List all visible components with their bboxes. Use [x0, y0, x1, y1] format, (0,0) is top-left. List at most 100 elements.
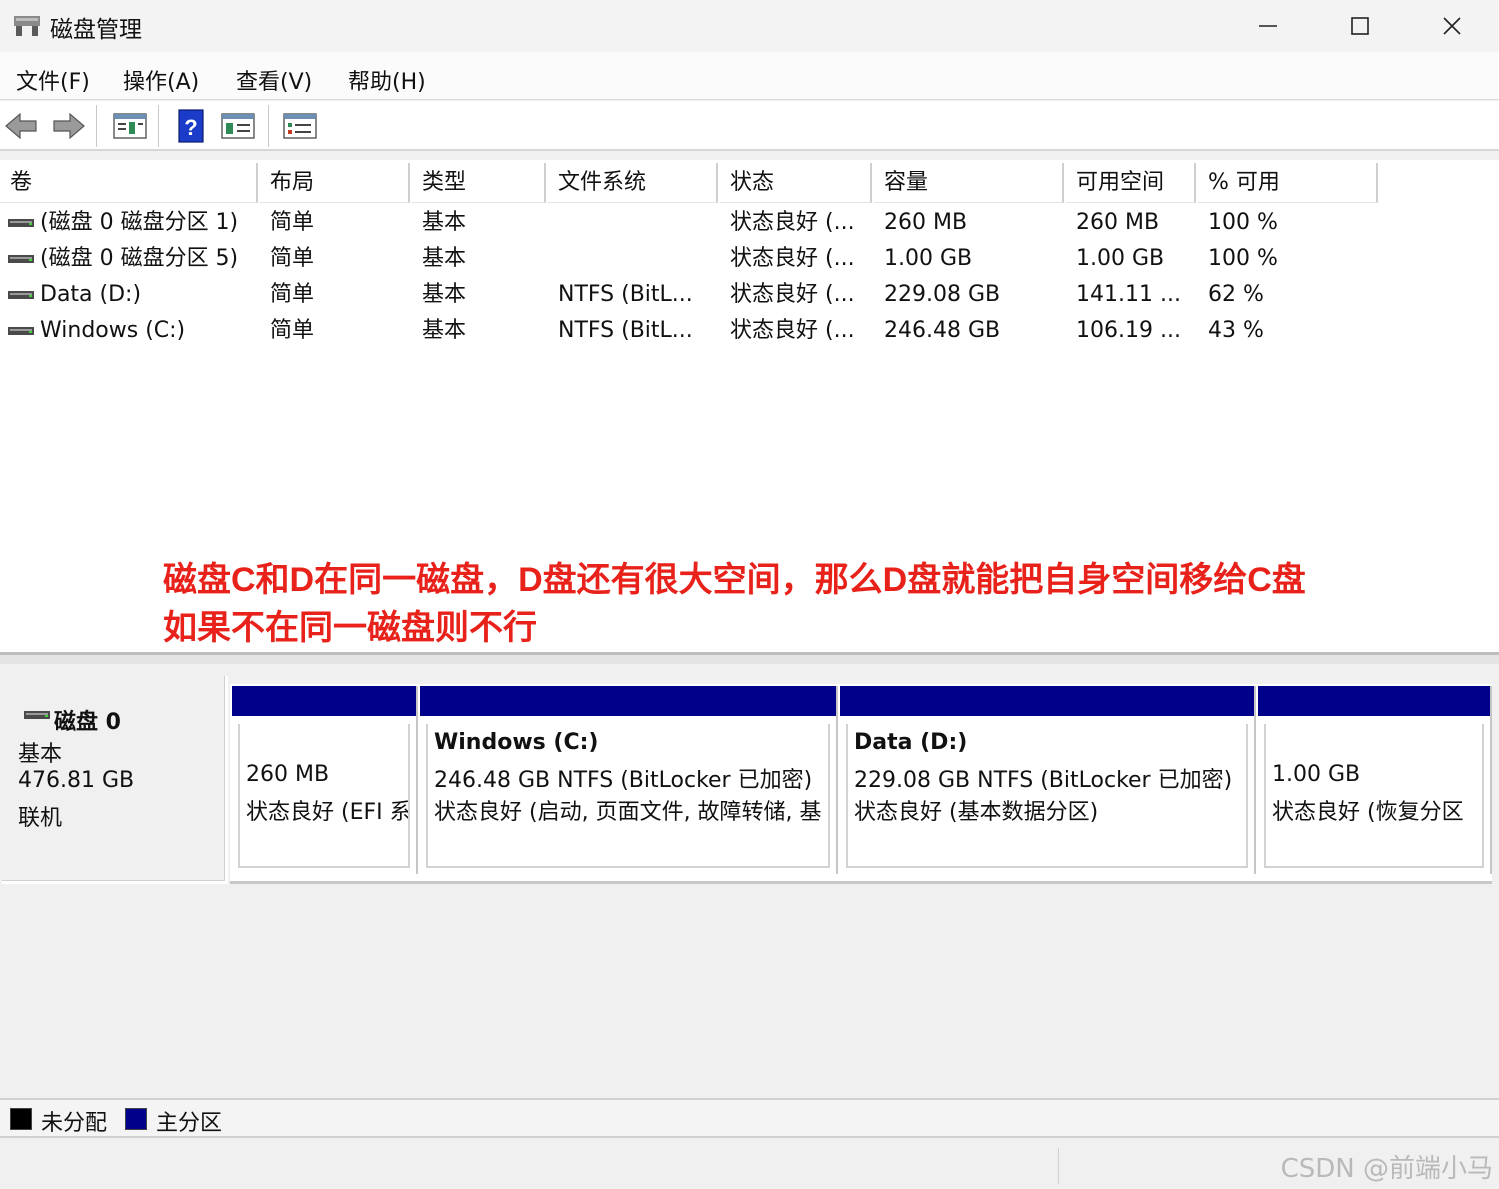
svg-text:?: ?	[184, 115, 197, 140]
maximize-button[interactable]	[1314, 0, 1406, 52]
cell-status: 状态良好 (...	[730, 210, 855, 235]
cell-free-space: 141.11 ...	[1076, 282, 1181, 307]
properties-icon[interactable]	[282, 109, 318, 143]
primary-partition-bar	[840, 686, 1254, 716]
partition-body: Data (D:) 229.08 GB NTFS (BitLocker 已加密)…	[846, 724, 1248, 868]
drive-icon	[24, 711, 50, 719]
column-header-row: 卷 布局 类型 文件系统 状态 容量 可用空间 % 可用	[0, 163, 1499, 203]
minimize-button[interactable]	[1222, 0, 1314, 52]
pane-splitter[interactable]	[0, 652, 1499, 664]
disk-type: 基本	[18, 742, 63, 767]
toolbar-separator	[158, 105, 159, 147]
cell-free-space: 1.00 GB	[1076, 246, 1165, 271]
legend-label-unallocated: 未分配	[41, 1111, 108, 1136]
partition-data-d[interactable]: Data (D:) 229.08 GB NTFS (BitLocker 已加密)…	[838, 686, 1256, 874]
cell-percent-free: 43 %	[1208, 318, 1264, 343]
disk-view: 磁盘 0 基本 476.81 GB 联机 260 MB 状态良好 (EFI 系 …	[0, 664, 1499, 1096]
close-icon	[1443, 17, 1461, 35]
partition-efi[interactable]: 260 MB 状态良好 (EFI 系	[230, 686, 418, 874]
menu-view[interactable]: 查看(V)	[236, 64, 312, 96]
cell-percent-free: 62 %	[1208, 282, 1264, 307]
cell-status: 状态良好 (...	[730, 246, 855, 271]
disk-name: 磁盘 0	[54, 710, 121, 735]
table-row[interactable]: Data (D:) 简单 基本 NTFS (BitL... 状态良好 (... …	[0, 277, 1499, 313]
cell-capacity: 229.08 GB	[884, 282, 1001, 307]
annotation-line-1: 磁盘C和D在同一磁盘，D盘还有很大空间，那么D盘就能把自身空间移给C盘	[163, 561, 1306, 599]
column-header-volume[interactable]: 卷	[0, 163, 258, 203]
cell-capacity: 260 MB	[884, 210, 968, 235]
cell-type: 基本	[422, 210, 467, 235]
table-row[interactable]: Windows (C:) 简单 基本 NTFS (BitL... 状态良好 (.…	[0, 313, 1499, 349]
column-header-percent-free[interactable]: % 可用	[1198, 163, 1378, 203]
column-header-status[interactable]: 状态	[720, 163, 872, 203]
cell-type: 基本	[422, 246, 467, 271]
menu-file[interactable]: 文件(F)	[16, 64, 90, 96]
cell-type: 基本	[422, 318, 467, 343]
partition-size: 246.48 GB NTFS (BitLocker 已加密)	[434, 768, 813, 793]
partition-windows-c[interactable]: Windows (C:) 246.48 GB NTFS (BitLocker 已…	[418, 686, 838, 874]
legend-bar: 未分配 主分区	[0, 1098, 1499, 1138]
cell-percent-free: 100 %	[1208, 210, 1278, 235]
legend-swatch-unallocated	[10, 1108, 32, 1130]
partition-status: 状态良好 (基本数据分区)	[854, 800, 1099, 825]
cell-volume: (磁盘 0 磁盘分区 1)	[40, 210, 239, 235]
cell-filesystem: NTFS (BitL...	[558, 282, 693, 307]
volume-list: 卷 布局 类型 文件系统 状态 容量 可用空间 % 可用 (磁盘 0 磁盘分区 …	[0, 160, 1499, 652]
help-icon[interactable]: ?	[174, 109, 210, 143]
cell-capacity: 246.48 GB	[884, 318, 1001, 343]
drive-icon	[8, 219, 34, 227]
partition-strip: 260 MB 状态良好 (EFI 系 Windows (C:) 246.48 G…	[230, 684, 1492, 884]
column-header-filesystem[interactable]: 文件系统	[548, 163, 718, 203]
column-header-type[interactable]: 类型	[412, 163, 546, 203]
disk-management-app-icon	[14, 16, 40, 36]
toolbar: ?	[0, 101, 1499, 151]
drive-icon	[8, 255, 34, 263]
partition-size: 1.00 GB	[1272, 762, 1361, 787]
partition-status: 状态良好 (启动, 页面文件, 故障转储, 基	[434, 800, 822, 825]
disk-size: 476.81 GB	[18, 768, 135, 793]
close-button[interactable]	[1406, 0, 1498, 52]
column-header-layout[interactable]: 布局	[260, 163, 410, 203]
primary-partition-bar	[420, 686, 836, 716]
cell-layout: 简单	[270, 210, 315, 235]
partition-title: Windows (C:)	[434, 730, 599, 755]
title-bar: 磁盘管理	[0, 0, 1499, 52]
partition-body: 1.00 GB 状态良好 (恢复分区	[1264, 724, 1484, 868]
partition-size: 229.08 GB NTFS (BitLocker 已加密)	[854, 768, 1233, 793]
menu-help[interactable]: 帮助(H)	[348, 64, 426, 96]
disk-view-icon[interactable]	[220, 109, 256, 143]
disk-list-icon[interactable]	[112, 109, 148, 143]
table-row[interactable]: (磁盘 0 磁盘分区 1) 简单 基本 状态良好 (... 260 MB 260…	[0, 205, 1499, 241]
primary-partition-bar	[1258, 686, 1490, 716]
partition-size: 260 MB	[246, 762, 330, 787]
column-header-free-space[interactable]: 可用空间	[1066, 163, 1196, 203]
cell-layout: 简单	[270, 282, 315, 307]
cell-volume: Windows (C:)	[40, 318, 186, 343]
cell-volume: (磁盘 0 磁盘分区 5)	[40, 246, 239, 271]
back-arrow-icon[interactable]	[4, 109, 40, 143]
watermark: CSDN @前端小马	[1280, 1154, 1493, 1184]
partition-body: Windows (C:) 246.48 GB NTFS (BitLocker 已…	[426, 724, 830, 868]
status-divider	[1058, 1148, 1059, 1184]
menu-bar: 文件(F) 操作(A) 查看(V) 帮助(H)	[0, 52, 1499, 100]
primary-partition-bar	[232, 686, 416, 716]
table-row[interactable]: (磁盘 0 磁盘分区 5) 简单 基本 状态良好 (... 1.00 GB 1.…	[0, 241, 1499, 277]
column-header-capacity[interactable]: 容量	[874, 163, 1064, 203]
cell-layout: 简单	[270, 246, 315, 271]
partition-title: Data (D:)	[854, 730, 968, 755]
forward-arrow-icon[interactable]	[50, 109, 86, 143]
drive-icon	[8, 291, 34, 299]
menu-action[interactable]: 操作(A)	[123, 64, 199, 96]
cell-percent-free: 100 %	[1208, 246, 1278, 271]
partition-status: 状态良好 (恢复分区	[1272, 800, 1464, 825]
disk-info-panel[interactable]: 磁盘 0 基本 476.81 GB 联机	[2, 676, 228, 884]
cell-status: 状态良好 (...	[730, 282, 855, 307]
toolbar-separator	[96, 105, 97, 147]
partition-body: 260 MB 状态良好 (EFI 系	[238, 724, 410, 868]
partition-recovery[interactable]: 1.00 GB 状态良好 (恢复分区	[1256, 686, 1492, 874]
cell-status: 状态良好 (...	[730, 318, 855, 343]
annotation-line-2: 如果不在同一磁盘则不行	[163, 609, 537, 647]
cell-type: 基本	[422, 282, 467, 307]
toolbar-separator	[268, 105, 269, 147]
legend-label-primary: 主分区	[156, 1111, 223, 1136]
